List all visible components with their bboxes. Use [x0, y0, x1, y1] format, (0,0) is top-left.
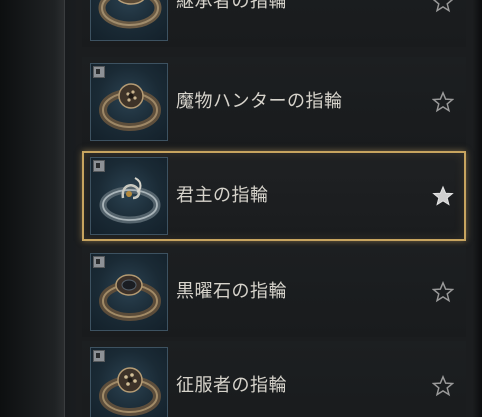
ring-name: 魔物ハンターの指輪: [176, 91, 343, 112]
ring-icon: [99, 367, 161, 416]
left-panel: [0, 0, 65, 417]
favorite-star-icon[interactable]: [432, 281, 454, 303]
ring-thumbnail: [90, 253, 168, 331]
favorite-star-filled-icon[interactable]: [432, 185, 454, 207]
ring-name: 継承者の指輪: [176, 0, 287, 12]
favorite-star-icon[interactable]: [432, 91, 454, 113]
ring-name: 君主の指輪: [176, 185, 269, 206]
ring-row-monster-hunter[interactable]: 魔物ハンターの指輪: [82, 57, 466, 147]
ring-icon: [99, 177, 161, 224]
ring-name: 征服者の指輪: [176, 375, 287, 396]
ring-list: 継承者の指輪 魔物ハンターの指輪 君主の指輪 黒曜石の指輪 征服者の指輪: [76, 0, 472, 417]
ring-icon: [99, 274, 161, 321]
ring-icon: [99, 83, 161, 131]
ring-thumbnail: [90, 0, 168, 41]
favorite-star-icon[interactable]: [432, 0, 454, 13]
ring-row-lords[interactable]: 君主の指輪: [82, 151, 466, 241]
favorite-star-icon[interactable]: [432, 375, 454, 397]
ring-row-heirs[interactable]: 継承者の指輪: [82, 0, 466, 47]
ring-thumbnail: [90, 347, 168, 417]
ring-row-conquerors[interactable]: 征服者の指輪: [82, 341, 466, 417]
ring-thumbnail: [90, 63, 168, 141]
ring-thumbnail: [90, 157, 168, 235]
ring-name: 黒曜石の指輪: [176, 281, 287, 302]
inventory-screen: 継承者の指輪 魔物ハンターの指輪 君主の指輪 黒曜石の指輪 征服者の指輪: [0, 0, 482, 417]
ring-icon: [98, 0, 162, 29]
ring-row-obsidian[interactable]: 黒曜石の指輪: [82, 247, 466, 337]
scroll-edge: [472, 0, 482, 417]
